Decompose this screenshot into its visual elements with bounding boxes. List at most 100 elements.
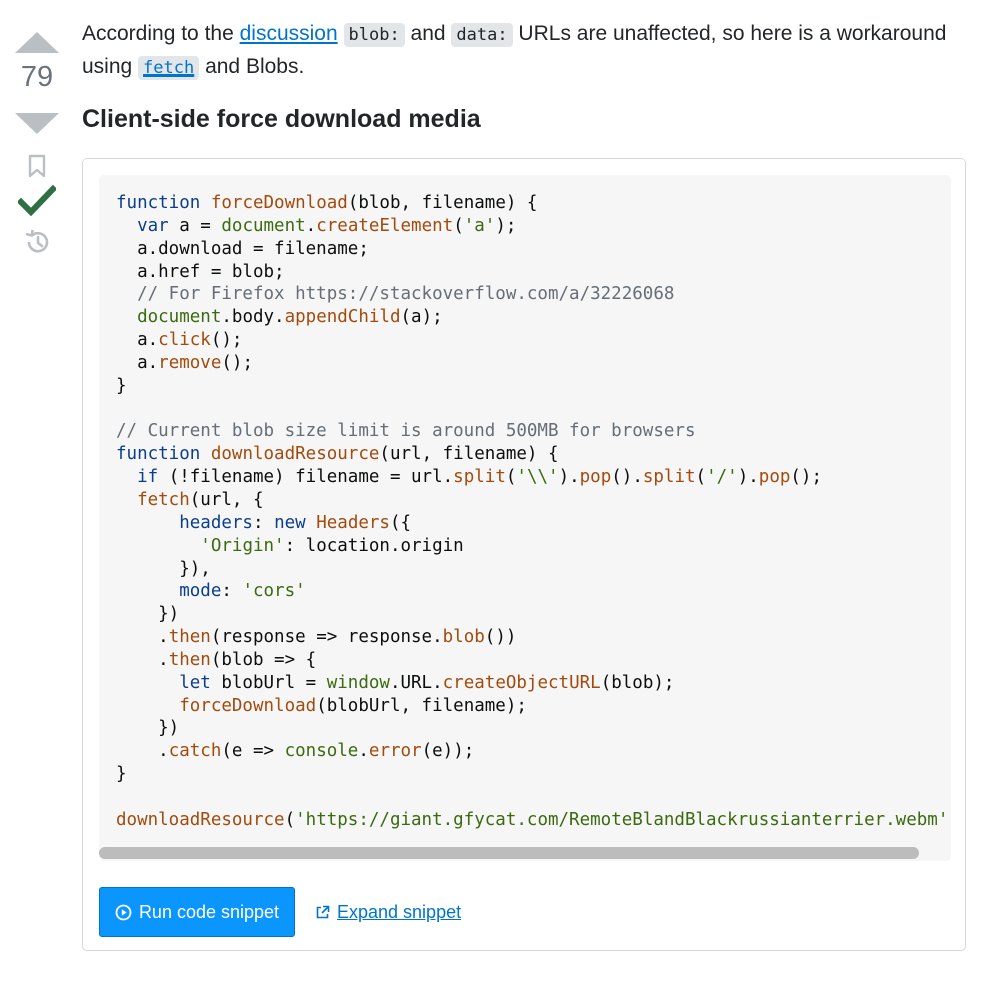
external-link-icon: [316, 905, 330, 918]
code-line: // For Firefox https://stackoverflow.com…: [116, 283, 951, 306]
code-token: }: [116, 375, 127, 396]
inline-code-data: data:: [451, 23, 513, 47]
intro-text: According to the: [82, 22, 240, 45]
code-token: new: [274, 512, 306, 533]
answer-body: According to the discussion blob: and da…: [82, 18, 968, 951]
code-token: '/': [706, 467, 738, 488]
vote-column: 79: [0, 0, 74, 256]
code-token: }),: [116, 558, 211, 579]
code-token: :: [252, 512, 275, 533]
code-snippet: function forceDownload(blob, filename) {…: [82, 158, 966, 951]
expand-snippet-link[interactable]: Expand snippet: [315, 887, 461, 937]
code-token: click: [158, 330, 211, 351]
history-icon[interactable]: [23, 228, 51, 256]
intro-text: and Blobs.: [199, 55, 305, 78]
code-line: a.remove();: [116, 352, 951, 375]
code-token: forceDownload: [210, 193, 348, 213]
code-token: .: [116, 741, 169, 762]
code-line: forceDownload(blobUrl, filename);: [116, 695, 951, 718]
code-token: createElement: [316, 215, 454, 236]
downvote-arrow-icon[interactable]: [15, 113, 59, 134]
fetch-link-code[interactable]: fetch: [138, 56, 200, 80]
code-token: ).: [558, 467, 580, 488]
code-token: window: [326, 672, 390, 693]
code-token: function: [116, 193, 201, 213]
code-token: (: [505, 467, 517, 488]
code-line: document.body.appendChild(a);: [116, 306, 951, 329]
code-token: ().: [611, 467, 643, 488]
code-token: pop: [758, 467, 791, 488]
scrollbar-thumb[interactable]: [99, 847, 919, 859]
code-token: ();: [221, 352, 253, 373]
code-token: :: [221, 581, 243, 602]
code-line: }),: [116, 558, 951, 581]
code-token: (!filename) filename = url.: [158, 467, 454, 488]
play-circle-icon: [115, 904, 132, 920]
code-token: a.download = filename;: [116, 238, 369, 259]
code-line: }: [116, 763, 951, 786]
code-token: blob: [442, 627, 485, 648]
expand-snippet-label: Expand snippet: [337, 901, 462, 922]
code-token: forceDownload: [179, 695, 317, 716]
code-line: a.download = filename;: [116, 238, 951, 261]
bookmark-icon[interactable]: [27, 154, 47, 178]
code-token: fetch: [137, 489, 190, 510]
answer-intro: According to the discussion blob: and da…: [82, 18, 968, 84]
code-token: (response => response.: [210, 627, 443, 648]
code-token: );: [948, 810, 951, 830]
code-block[interactable]: function forceDownload(blob, filename) {…: [99, 175, 951, 861]
code-token: function: [116, 444, 201, 465]
code-line: function downloadResource(url, filename)…: [116, 443, 951, 466]
code-token: ()): [484, 627, 517, 648]
code-token: (: [695, 467, 707, 488]
run-code-snippet-button[interactable]: Run code snippet: [99, 887, 295, 937]
code-line: function forceDownload(blob, filename) {: [116, 192, 951, 215]
code-token: : location.origin: [284, 535, 464, 556]
code-token: then: [168, 627, 211, 648]
code-token: document: [137, 307, 222, 328]
code-token: (blob);: [600, 672, 675, 693]
code-token: ();: [790, 467, 822, 488]
code-token: ).: [737, 467, 759, 488]
horizontal-scrollbar[interactable]: [99, 845, 951, 861]
vote-score: 79: [20, 61, 54, 93]
code-token: let: [179, 672, 211, 693]
code-token: (url, {: [189, 489, 264, 510]
code-token: // Current blob size limit is around 500…: [116, 421, 696, 442]
code-line: }: [116, 375, 951, 398]
accepted-check-icon[interactable]: [18, 184, 56, 218]
code-line: downloadResource('https://giant.gfycat.c…: [116, 809, 951, 832]
code-token: a.: [116, 352, 159, 373]
code-token: headers: [179, 512, 253, 533]
code-token: error: [368, 741, 422, 762]
code-token: downloadResource: [210, 444, 380, 465]
code-token: catch: [168, 741, 222, 762]
code-line: .catch(e => console.error(e));: [116, 740, 951, 763]
code-token: mode: [179, 581, 222, 602]
code-token: (: [453, 215, 464, 236]
code-token: pop: [579, 467, 612, 488]
code-token: 'cors': [242, 581, 306, 602]
code-token: '\\': [516, 467, 559, 488]
code-token: split: [642, 467, 696, 488]
inline-code-blob: blob:: [343, 23, 405, 47]
code-token: (e =>: [221, 741, 285, 762]
code-token: (blob, filename) {: [347, 193, 538, 213]
code-token: a.: [116, 330, 159, 351]
code-token: (e));: [421, 741, 475, 762]
code-token: }: [116, 764, 127, 785]
fetch-link[interactable]: fetch: [138, 55, 200, 80]
code-line: mode: 'cors': [116, 580, 951, 603]
code-token: downloadResource: [116, 809, 285, 830]
upvote-arrow-icon[interactable]: [15, 32, 59, 53]
discussion-link[interactable]: discussion: [240, 22, 338, 45]
code-token: .: [116, 649, 169, 670]
code-token: (url, filename) {: [379, 444, 559, 465]
code-line: let blobUrl = window.URL.createObjectURL…: [116, 672, 951, 695]
